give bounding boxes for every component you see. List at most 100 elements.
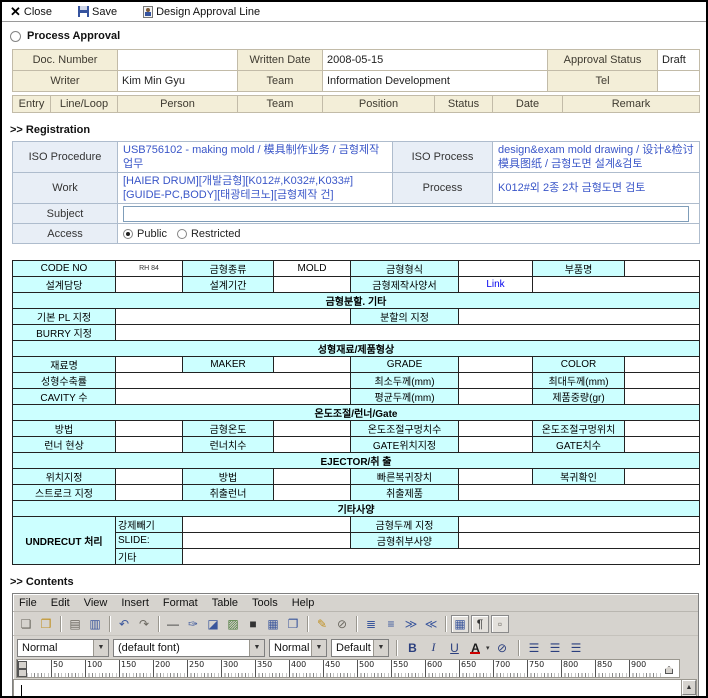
chevron-down-icon[interactable]: ▼	[373, 640, 388, 656]
paragraph-style-dropdown[interactable]: Normal ▼	[17, 639, 109, 657]
design-approval-line-button[interactable]: Design Approval Line	[143, 6, 260, 18]
chevron-down-icon[interactable]: ▼	[93, 640, 108, 656]
subject-label: Subject	[13, 204, 118, 224]
menu-table[interactable]: Table	[212, 596, 246, 610]
close-button[interactable]: ✕ Close	[10, 4, 52, 20]
chevron-down-icon[interactable]: ▼	[249, 640, 264, 656]
underline-button[interactable]: U	[446, 639, 463, 656]
pin-icon[interactable]: ✑	[184, 615, 202, 633]
ruler-tick-label: 300	[223, 660, 238, 669]
align-center-icon[interactable]: ☰	[547, 639, 564, 656]
chevron-down-icon[interactable]: ▾	[486, 644, 490, 652]
indent-marker[interactable]	[18, 661, 25, 677]
font-size-dropdown[interactable]: Normal ▼	[269, 639, 327, 657]
process-value[interactable]: K012#외 2종 2차 금형도면 검토	[493, 173, 700, 204]
ruler-tick-label: 350	[257, 660, 272, 669]
editor-menubar: File Edit View Insert Format Table Tools…	[13, 594, 698, 612]
italic-button[interactable]: I	[425, 639, 442, 656]
highlighter-icon[interactable]: ✎	[313, 615, 331, 633]
menu-view[interactable]: View	[84, 596, 116, 610]
iso-process-value[interactable]: design&exam mold drawing / 设计&检讨 模具图纸 / …	[493, 142, 700, 173]
table-icon[interactable]: ▦	[264, 615, 282, 633]
align-left-icon[interactable]: ☰	[526, 639, 543, 656]
eject-product-label: 취출제품	[351, 485, 459, 501]
avg-thickness-value	[459, 389, 533, 405]
vertical-scrollbar[interactable]: ▲	[681, 679, 697, 698]
gate-size-value	[625, 437, 700, 453]
preview-icon[interactable]: ▥	[86, 615, 104, 633]
access-public-option[interactable]: Public	[123, 227, 167, 241]
menu-format[interactable]: Format	[163, 596, 206, 610]
layers-icon[interactable]: ❐	[284, 615, 302, 633]
design-period-label: 설계기간	[183, 277, 274, 293]
public-radio[interactable]	[123, 229, 133, 239]
eject-runner-label: 취출런너	[183, 485, 274, 501]
open-folder-icon[interactable]: ❒	[37, 615, 55, 633]
bold-button[interactable]: B	[404, 639, 421, 656]
selection-box-icon[interactable]: ▫	[491, 615, 509, 633]
eraser-icon[interactable]: ◪	[204, 615, 222, 633]
undo-icon[interactable]: ↶	[115, 615, 133, 633]
briefcase-icon[interactable]: ■	[244, 615, 262, 633]
menu-help[interactable]: Help	[292, 596, 323, 610]
mold-spec-doc-link[interactable]: Link	[461, 279, 530, 290]
new-document-icon[interactable]: ❏	[17, 615, 35, 633]
grade-value	[459, 357, 533, 373]
approval-col-entry: Entry	[13, 96, 51, 113]
mold-spec-doc-label: 금형제작사양서	[351, 277, 459, 293]
outdent-icon[interactable]: ≪	[422, 615, 440, 633]
design-manager-label: 설계담당	[13, 277, 116, 293]
indent-icon[interactable]: ≫	[402, 615, 420, 633]
toolbar-separator	[307, 616, 308, 632]
font-color-button[interactable]: A	[467, 639, 484, 656]
iso-procedure-label: ISO Procedure	[13, 142, 118, 173]
table-borders-icon[interactable]: ▦	[451, 615, 469, 633]
right-margin-marker[interactable]	[665, 666, 673, 674]
font-size-value: Normal	[270, 640, 311, 656]
document-window: ✕ Close Save Design Approval Line Proces…	[0, 0, 708, 698]
format-painter-eraser-icon[interactable]: ⊘	[494, 639, 511, 656]
subject-input[interactable]	[123, 206, 689, 222]
horizontal-rule-icon[interactable]: ―	[164, 615, 182, 633]
mold-temp-value	[274, 421, 351, 437]
section-mold-split: 금형분할. 기타	[13, 293, 700, 309]
paragraph-style-value: Normal	[18, 640, 93, 656]
ruler-tick-label: 500	[359, 660, 374, 669]
format-eraser-icon[interactable]: ⊘	[333, 615, 351, 633]
image-icon[interactable]: ▨	[224, 615, 242, 633]
zoom-dropdown[interactable]: Default ▼	[331, 639, 389, 657]
editor-content-area[interactable]	[13, 679, 681, 698]
iso-procedure-value[interactable]: USB756102 - making mold / 模具制作业务 / 금형제작업…	[118, 142, 393, 173]
work-value[interactable]: [HAIER DRUM][개발금형][K012#,K032#,K033#][GU…	[118, 173, 393, 204]
gate-pos-label: GATE위치지정	[351, 437, 459, 453]
design-approval-line-label: Design Approval Line	[156, 6, 260, 18]
restricted-radio[interactable]	[177, 229, 187, 239]
temp-hole-size-value	[459, 421, 533, 437]
menu-edit[interactable]: Edit	[51, 596, 78, 610]
bullet-list-icon[interactable]: ≡	[382, 615, 400, 633]
menu-insert[interactable]: Insert	[121, 596, 157, 610]
print-icon[interactable]: ▤	[66, 615, 84, 633]
process-approval-radio[interactable]	[10, 31, 21, 42]
font-family-dropdown[interactable]: (default font) ▼	[113, 639, 265, 657]
pilcrow-icon[interactable]: ¶	[471, 615, 489, 633]
mold-spec-doc-extra	[533, 277, 700, 293]
material-value	[116, 357, 183, 373]
process-approval-label: Process Approval	[27, 30, 120, 42]
scroll-up-icon[interactable]: ▲	[682, 680, 696, 695]
doc-number-label: Doc. Number	[13, 50, 118, 71]
section-etc: 기타사양	[13, 501, 700, 517]
mold-thickness-label: 금형두께 지정	[351, 517, 459, 533]
document-info-table: Doc. Number Written Date 2008-05-15 Appr…	[12, 49, 700, 92]
menu-tools[interactable]: Tools	[252, 596, 286, 610]
access-restricted-option[interactable]: Restricted	[177, 227, 241, 241]
menu-file[interactable]: File	[19, 596, 45, 610]
slide-label: SLIDE:	[116, 533, 183, 549]
close-button-label: Close	[24, 6, 52, 18]
align-right-icon[interactable]: ☰	[568, 639, 585, 656]
numbered-list-icon[interactable]: ≣	[362, 615, 380, 633]
chevron-down-icon[interactable]: ▼	[311, 640, 326, 656]
floppy-disk-icon	[78, 6, 89, 17]
redo-icon[interactable]: ↷	[135, 615, 153, 633]
save-button[interactable]: Save	[78, 6, 117, 18]
